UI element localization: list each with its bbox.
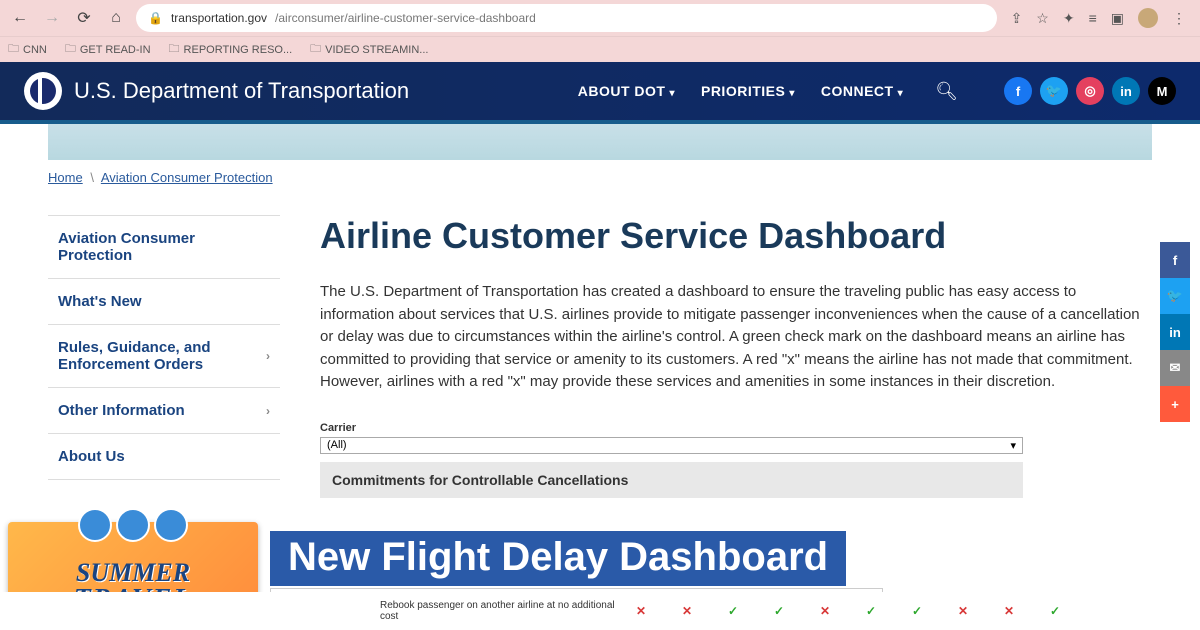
home-button[interactable]: ⌂ [104,6,128,30]
share-more-icon[interactable]: + [1160,386,1190,422]
lock-icon: 🔒 [148,11,163,25]
breadcrumb-current[interactable]: Aviation Consumer Protection [101,170,273,185]
sidebar-item[interactable]: Other Information› [48,388,280,434]
filter-label: Carrier [320,422,1152,434]
bookmark-item[interactable]: 🗀GET READ-IN [65,40,151,59]
chevron-down-icon: ▾ [1010,439,1016,452]
bookmark-star-icon[interactable]: ☆ [1036,10,1049,27]
share-facebook-icon[interactable]: f [1160,242,1190,278]
sidebar-item[interactable]: What's New [48,279,280,325]
commitments-table: Commitments for Controllable Cancellatio… [320,462,1023,498]
carrier-select[interactable]: (All) ▾ [320,437,1023,454]
breadcrumb-home[interactable]: Home [48,170,83,185]
page-title: Airline Customer Service Dashboard [320,215,1152,257]
facebook-icon[interactable]: f [1004,77,1032,105]
medium-icon[interactable]: M [1148,77,1176,105]
sidebar-item[interactable]: Aviation Consumer Protection [48,215,280,279]
profile-avatar[interactable] [1138,8,1158,28]
folder-icon: 🗀 [310,40,321,59]
address-bar[interactable]: 🔒 transportation.gov/airconsumer/airline… [136,4,997,32]
chevron-right-icon: › [266,349,270,363]
nav-priorities[interactable]: PRIORITIES▾ [701,83,795,99]
chevron-down-icon: ▾ [789,88,795,99]
nav-connect[interactable]: CONNECT▾ [821,83,903,99]
bookmark-item[interactable]: 🗀REPORTING RESO... [169,40,293,59]
url-path: /airconsumer/airline-customer-service-da… [275,11,536,25]
list-icon[interactable]: ≡ [1089,10,1097,26]
main-column: Airline Customer Service Dashboard The U… [320,215,1152,498]
url-domain: transportation.gov [171,11,267,25]
check-mark-icon: ✓ [768,604,790,618]
reload-button[interactable]: ⟳ [72,6,96,30]
folder-icon: 🗀 [65,40,76,59]
bookmark-item[interactable]: 🗀VIDEO STREAMIN... [310,40,428,59]
chevron-down-icon: ▾ [898,88,904,99]
chevron-down-icon: ▾ [669,88,675,99]
commitment-marks: ✕ ✕ ✓ ✓ ✕ ✓ ✓ ✕ ✕ ✓ [630,604,1066,618]
search-icon[interactable]: 🔍︎ [935,81,958,102]
x-mark-icon: ✕ [630,604,652,618]
chevron-right-icon: › [266,404,270,418]
linkedin-icon[interactable]: in [1112,77,1140,105]
sticky-share: f 🐦 in ✉ + [1160,242,1190,422]
x-mark-icon: ✕ [952,604,974,618]
instagram-icon[interactable]: ◎ [1076,77,1104,105]
bookmark-item[interactable]: 🗀CNN [8,40,47,59]
share-twitter-icon[interactable]: 🐦 [1160,278,1190,314]
site-title: U.S. Department of Transportation [74,78,409,104]
site-logo-wrap[interactable]: U.S. Department of Transportation [24,72,409,110]
check-mark-icon: ✓ [1044,604,1066,618]
x-mark-icon: ✕ [998,604,1020,618]
check-mark-icon: ✓ [860,604,882,618]
sidebar-item[interactable]: About Us [48,434,280,480]
table-row: Rebook passenger on another airline at n… [0,592,1200,630]
carrier-filter: Carrier (All) ▾ [320,422,1152,454]
breadcrumb: Home \ Aviation Consumer Protection [0,160,1200,185]
x-mark-icon: ✕ [676,604,698,618]
sidebar-item[interactable]: Rules, Guidance, and Enforcement Orders› [48,325,280,388]
twitter-icon[interactable]: 🐦 [1040,77,1068,105]
main-nav: ABOUT DOT▾ PRIORITIES▾ CONNECT▾ 🔍︎ f 🐦 ◎… [578,77,1176,105]
extensions-icon[interactable]: ✦ [1063,10,1075,27]
check-mark-icon: ✓ [906,604,928,618]
x-mark-icon: ✕ [814,604,836,618]
site-header: U.S. Department of Transportation ABOUT … [0,62,1200,124]
page-content: U.S. Department of Transportation ABOUT … [0,62,1200,630]
content-wrap: Aviation Consumer Protection What's New … [0,185,1200,498]
share-linkedin-icon[interactable]: in [1160,314,1190,350]
row-label: Rebook passenger on another airline at n… [380,600,630,622]
table-section-header: Commitments for Controllable Cancellatio… [320,462,1023,498]
check-mark-icon: ✓ [722,604,744,618]
panel-icon[interactable]: ▣ [1111,10,1124,27]
hero-banner [48,124,1152,160]
toolbar-icons: ⇪ ☆ ✦ ≡ ▣ ⋮ [1005,8,1192,28]
browser-toolbar: ← → ⟳ ⌂ 🔒 transportation.gov/airconsumer… [0,0,1200,36]
header-social: f 🐦 ◎ in M [1004,77,1176,105]
forward-button[interactable]: → [40,6,64,30]
dot-logo-icon [24,72,62,110]
folder-icon: 🗀 [169,40,180,59]
share-icon[interactable]: ⇪ [1011,10,1023,27]
bookmarks-bar: 🗀CNN 🗀GET READ-IN 🗀REPORTING RESO... 🗀VI… [0,36,1200,62]
share-email-icon[interactable]: ✉ [1160,350,1190,386]
back-button[interactable]: ← [8,6,32,30]
intro-paragraph: The U.S. Department of Transportation ha… [320,281,1152,394]
nav-about[interactable]: ABOUT DOT▾ [578,83,675,99]
side-nav: Aviation Consumer Protection What's New … [48,215,280,498]
menu-icon[interactable]: ⋮ [1172,10,1186,27]
folder-icon: 🗀 [8,40,19,59]
